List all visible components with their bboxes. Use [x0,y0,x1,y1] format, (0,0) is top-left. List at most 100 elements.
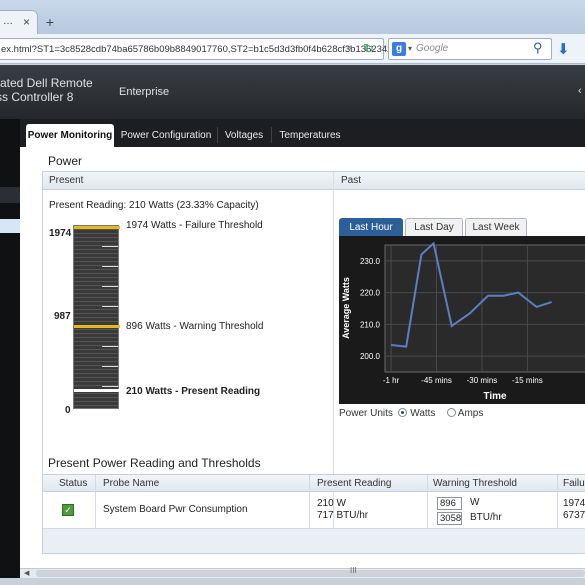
y-axis-label: Average Watts [341,277,351,339]
google-icon[interactable]: g [392,42,406,56]
watts-label: Watts [410,408,436,419]
tab-power-monitoring[interactable]: Power Monitoring [26,124,114,147]
power-history-chart: 200.0 210.0 220.0 230.0 -1 hr -45 mins -30 mi… [339,236,585,404]
column-separator [95,475,96,528]
edition-label: Enterprise [119,86,170,98]
failure-threshold-note: 1974 Watts - Failure Threshold [126,220,263,231]
table-footer [43,528,585,553]
col-status: Status [59,478,88,489]
search-placeholder: Google [416,43,449,54]
col-present-reading: Present Reading [317,478,392,489]
warning-threshold-note: 896 Watts - Warning Threshold [126,321,264,332]
tab-temperatures[interactable]: Temperatures [273,124,347,147]
banner-edge-text: ‹ [578,85,582,97]
product-name-line1: rated Dell Remote [0,76,93,90]
y-tick-label: 200.0 [360,352,381,361]
main-content: Power Monitoring Power Configuration Vol… [20,119,585,585]
subtab-bar: Power Monitoring Power Configuration Vol… [20,119,585,147]
thresholds-table: Status Probe Name Present Reading Warnin… [42,474,585,554]
power-units-label: Power Units [339,408,393,419]
warning-watts-unit: W [470,497,480,508]
gauge-tick [102,266,118,267]
table-header: Status Probe Name Present Reading Warnin… [43,475,585,492]
failure-btu-cell: 6737 [563,510,585,521]
power-units-control: Power Units Watts Amps [339,408,483,419]
column-separator [557,475,558,528]
x-axis-label: Time [483,391,507,402]
browser-navbar: ex.html?ST1=3c8528cdb74ba65786b09b884901… [0,34,585,64]
scroll-thumb[interactable] [36,570,585,577]
warning-btu-unit: BTU/hr [470,512,502,523]
x-axis-ticks: -1 hr -45 mins -30 mins -15 mins [383,376,543,385]
warning-threshold-line [74,325,120,328]
tab-voltages[interactable]: Voltages [219,124,269,147]
radio-watts[interactable] [398,408,408,417]
failure-watts-cell: 1974 [563,498,585,509]
tab-separator [271,127,272,143]
reload-icon[interactable]: ↻ [363,41,374,57]
scroll-grip: III [350,566,357,575]
y-tick-label: 210.0 [360,320,381,329]
failure-threshold-line [74,226,120,229]
col-failure-threshold: Failur [563,478,585,489]
tab-power-configuration[interactable]: Power Configuration [116,124,216,147]
left-sidebar [0,119,20,585]
search-engine-dropdown-icon[interactable]: ▾ [408,44,412,53]
gauge-tick [102,346,118,347]
present-reading-line [74,389,120,392]
gauge-tick [102,366,118,367]
x-tick-label: -15 mins [512,376,543,385]
url-bar[interactable]: ex.html?ST1=3c8528cdb74ba65786b09b884901… [0,38,403,60]
gauge-tick [102,246,118,247]
close-tab-icon[interactable]: × [23,15,30,29]
past-header: Past [341,175,362,186]
sidebar-item[interactable] [0,187,20,203]
column-separator [309,475,310,528]
x-tick-label: -1 hr [383,376,400,385]
browser-tab[interactable]: … × [0,10,38,34]
y-axis-ticks: 200.0 210.0 220.0 230.0 [360,257,381,361]
tab-last-day[interactable]: Last Day [405,218,463,236]
search-bar[interactable]: g ▾ Google ⚲ [388,38,552,60]
probe-name-cell: System Board Pwr Consumption [103,504,248,515]
gauge-tick [102,306,118,307]
power-gauge [73,225,120,409]
horizontal-scrollbar[interactable]: ◀ III [20,566,585,578]
col-probe-name: Probe Name [103,478,160,489]
plot-area [384,244,585,373]
thresholds-section-title: Present Power Reading and Thresholds [48,456,261,470]
download-icon[interactable]: ⬇ [557,40,570,58]
gauge-tick [102,286,118,287]
window-bottom-edge [0,578,585,585]
idrac-banner: rated Dell Remote ss Controller 8 Enterp… [0,65,585,119]
x-tick-label: -30 mins [467,376,498,385]
tab-last-hour[interactable]: Last Hour [339,218,403,236]
amps-label: Amps [457,408,484,419]
power-panel-header: Present Past [43,172,585,190]
sidebar-item-selected[interactable] [0,219,20,233]
search-icon[interactable]: ⚲ [533,40,543,56]
present-btu-cell: 717 BTU/hr [317,510,369,521]
power-section-title: Power [48,154,83,168]
product-name-line2: ss Controller 8 [0,90,74,104]
present-watts-cell: 210 W [317,498,346,509]
col-warning-threshold: Warning Threshold [433,478,517,489]
gauge-mid-label: 987 [54,311,71,322]
browser-tab-strip: … × + [0,0,585,34]
radio-amps[interactable] [446,408,456,417]
tab-last-week[interactable]: Last Week [465,218,527,236]
new-tab-button[interactable]: + [40,13,60,31]
warning-watts-input[interactable]: 896 [437,497,462,510]
gauge-max-label: 1974 [49,228,72,239]
url-dropdown-icon[interactable]: ▿ [347,43,352,54]
gauge-tick [102,386,118,387]
warning-btu-input[interactable]: 3058 [437,512,462,525]
x-tick-label: -45 mins [421,376,452,385]
gauge-min-label: 0 [65,405,71,416]
scroll-left-icon[interactable]: ◀ [24,569,29,577]
present-reading-text: Present Reading: 210 Watts (23.33% Capac… [49,200,259,211]
present-header: Present [49,175,84,186]
present-reading-note: 210 Watts - Present Reading [126,386,261,397]
y-tick-label: 220.0 [360,289,381,298]
y-tick-label: 230.0 [360,257,381,266]
